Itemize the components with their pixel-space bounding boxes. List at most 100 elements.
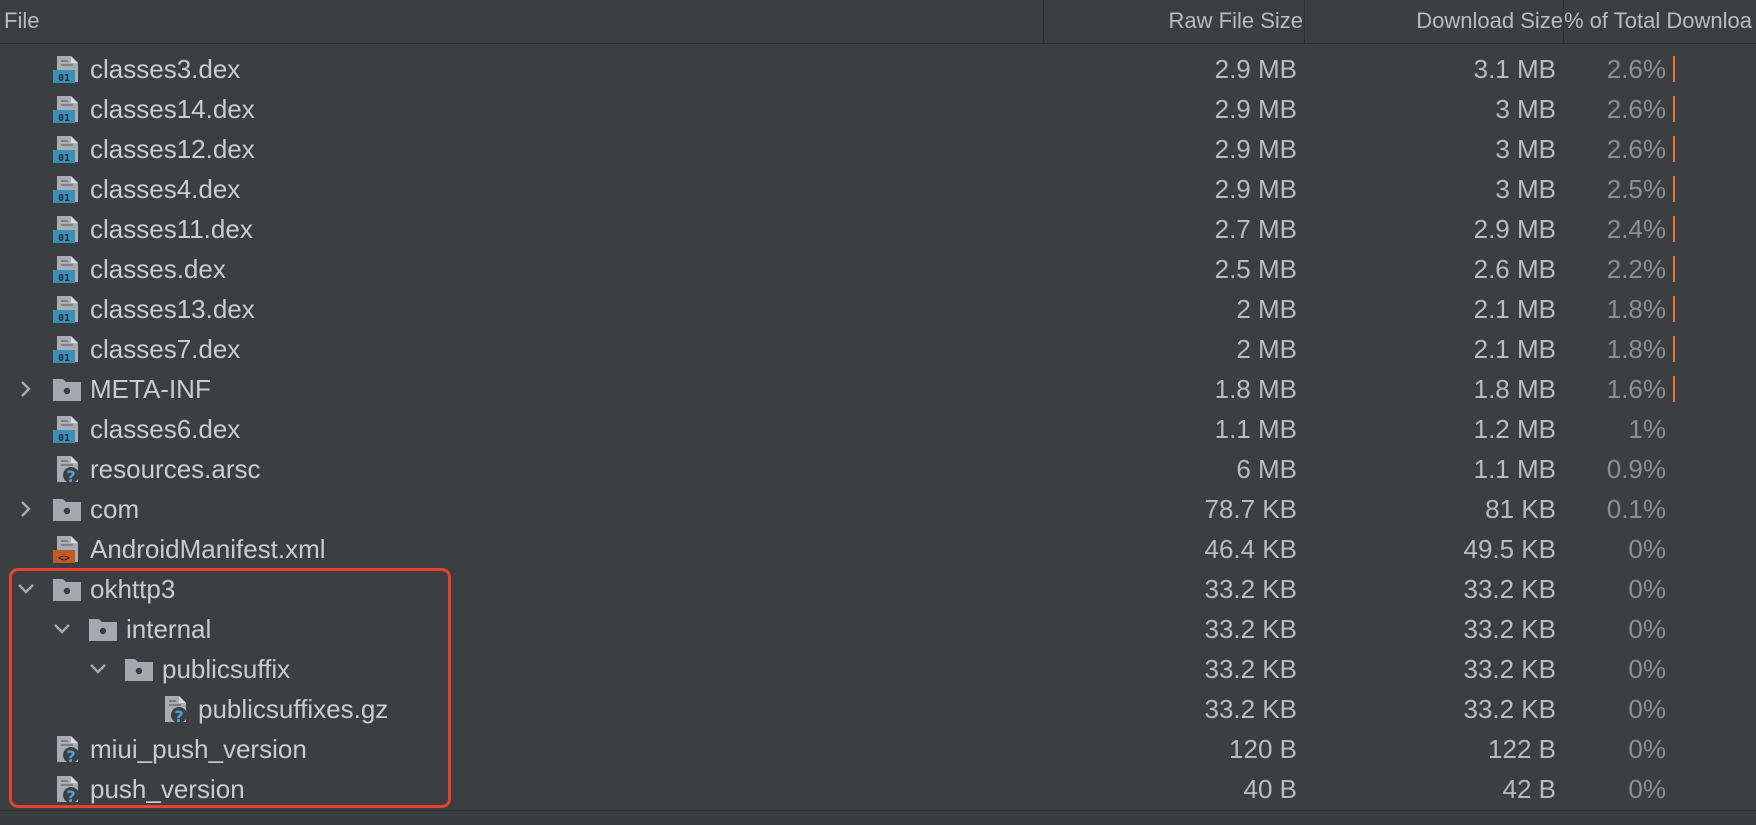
table-row[interactable]: 01 classes4.dex 2.9 MB 3 MB 2.5% <box>0 169 1756 209</box>
table-row[interactable]: 01 classes7.dex 2 MB 2.1 MB 1.8% <box>0 329 1756 369</box>
download-size: 1.2 MB <box>1473 414 1556 444</box>
percent-of-total: 0% <box>1628 574 1666 604</box>
percent-of-total: 2.6% <box>1606 54 1666 84</box>
percent-of-total: 1% <box>1628 414 1666 444</box>
percent-of-total: 1.8% <box>1606 294 1666 324</box>
svg-text:01: 01 <box>58 353 70 364</box>
percent-of-total: 0% <box>1628 694 1666 724</box>
percent-bar <box>1673 216 1675 242</box>
raw-file-size: 1.8 MB <box>1214 374 1297 404</box>
highlight-box <box>9 568 451 808</box>
table-row[interactable]: com 78.7 KB 81 KB 0.1% <box>0 489 1756 529</box>
percent-of-total: 2.4% <box>1606 214 1666 244</box>
raw-file-size: 1.1 MB <box>1214 414 1297 444</box>
raw-file-size: 33.2 KB <box>1204 654 1297 684</box>
file-name: AndroidManifest.xml <box>90 534 326 564</box>
percent-bar <box>1673 376 1675 402</box>
column-header-download-size[interactable]: Download Size <box>1305 0 1563 43</box>
raw-file-size: 120 B <box>1229 734 1297 764</box>
percent-bar <box>1673 136 1675 162</box>
dex-file-icon: 01 <box>51 54 83 84</box>
file-name: classes7.dex <box>90 334 241 364</box>
percent-of-total: 0% <box>1628 534 1666 564</box>
table-row[interactable]: 01 classes.dex 2.5 MB 2.6 MB 2.2% <box>0 249 1756 289</box>
percent-of-total: 0% <box>1628 774 1666 804</box>
table-row[interactable]: <> AndroidManifest.xml 46.4 KB 49.5 KB 0% <box>0 529 1756 569</box>
horizontal-scrollbar[interactable] <box>0 810 1756 825</box>
percent-bar <box>1673 256 1675 282</box>
svg-text:01: 01 <box>58 113 70 124</box>
table-row[interactable]: META-INF 1.8 MB 1.8 MB 1.6% <box>0 369 1756 409</box>
svg-text:01: 01 <box>58 153 70 164</box>
percent-of-total: 2.6% <box>1606 94 1666 124</box>
dex-file-icon: 01 <box>51 334 83 364</box>
download-size: 2.1 MB <box>1473 334 1556 364</box>
dex-file-icon: 01 <box>51 414 83 444</box>
percent-of-total: 1.8% <box>1606 334 1666 364</box>
file-name: com <box>90 494 140 524</box>
percent-of-total: 1.6% <box>1606 374 1666 404</box>
table-row[interactable]: ? resources.arsc 6 MB 1.1 MB 0.9% <box>0 449 1756 489</box>
file-name: classes.dex <box>90 254 226 284</box>
unknown-file-icon: ? <box>51 454 83 486</box>
folder-icon <box>51 374 83 404</box>
percent-of-total: 2.2% <box>1606 254 1666 284</box>
download-size: 42 B <box>1502 774 1557 804</box>
table-row[interactable]: 01 classes12.dex 2.9 MB 3 MB 2.6% <box>0 129 1756 169</box>
svg-text:01: 01 <box>58 193 70 204</box>
file-name: classes4.dex <box>90 174 241 204</box>
chevron-right-icon[interactable] <box>14 369 38 409</box>
download-size: 122 B <box>1488 734 1556 764</box>
raw-file-size: 2.7 MB <box>1214 214 1297 244</box>
dex-file-icon: 01 <box>51 214 83 244</box>
column-header-percent-total[interactable]: % of Total Downloa <box>1564 0 1756 43</box>
dex-file-icon: 01 <box>51 254 83 284</box>
raw-file-size: 6 MB <box>1236 454 1297 484</box>
raw-file-size: 2.9 MB <box>1214 134 1297 164</box>
download-size: 3 MB <box>1495 174 1556 204</box>
percent-of-total: 0.1% <box>1606 494 1666 524</box>
percent-bar <box>1673 96 1675 122</box>
download-size: 3 MB <box>1495 94 1556 124</box>
download-size: 1.1 MB <box>1473 454 1556 484</box>
file-name: classes12.dex <box>90 134 255 164</box>
file-name: classes14.dex <box>90 94 255 124</box>
file-name: classes6.dex <box>90 414 241 444</box>
table-row[interactable]: 01 classes6.dex 1.1 MB 1.2 MB 1% <box>0 409 1756 449</box>
svg-text:?: ? <box>66 467 75 484</box>
percent-of-total: 0.9% <box>1606 454 1666 484</box>
file-name: classes13.dex <box>90 294 255 324</box>
table-row[interactable]: 01 classes14.dex 2.9 MB 3 MB 2.6% <box>0 89 1756 129</box>
table-row[interactable]: 01 classes11.dex 2.7 MB 2.9 MB 2.4% <box>0 209 1756 249</box>
percent-bar <box>1673 56 1675 82</box>
download-size: 2.6 MB <box>1473 254 1556 284</box>
dex-file-icon: 01 <box>51 134 83 164</box>
download-size: 3 MB <box>1495 134 1556 164</box>
download-size: 3.1 MB <box>1473 54 1556 84</box>
raw-file-size: 78.7 KB <box>1204 494 1297 524</box>
raw-file-size: 33.2 KB <box>1204 574 1297 604</box>
raw-file-size: 2.5 MB <box>1214 254 1297 284</box>
column-header-raw-size[interactable]: Raw File Size <box>1044 0 1303 43</box>
svg-text:01: 01 <box>58 273 70 284</box>
svg-text:<>: <> <box>58 553 70 564</box>
dex-file-icon: 01 <box>51 174 83 204</box>
table-row[interactable]: 01 classes3.dex 2.9 MB 3.1 MB 2.6% <box>0 49 1756 89</box>
file-name: classes11.dex <box>90 214 253 244</box>
svg-text:01: 01 <box>58 313 70 324</box>
download-size: 81 KB <box>1485 494 1556 524</box>
percent-of-total: 0% <box>1628 614 1666 644</box>
column-header-file[interactable]: File <box>4 0 1034 43</box>
download-size: 33.2 KB <box>1463 614 1556 644</box>
raw-file-size: 2.9 MB <box>1214 174 1297 204</box>
file-name: classes3.dex <box>90 54 241 84</box>
percent-of-total: 0% <box>1628 734 1666 764</box>
svg-text:01: 01 <box>58 233 70 244</box>
raw-file-size: 33.2 KB <box>1204 694 1297 724</box>
dex-file-icon: 01 <box>51 94 83 124</box>
raw-file-size: 2.9 MB <box>1214 94 1297 124</box>
chevron-right-icon[interactable] <box>14 489 38 529</box>
download-size: 2.1 MB <box>1473 294 1556 324</box>
svg-text:01: 01 <box>58 433 70 444</box>
table-row[interactable]: 01 classes13.dex 2 MB 2.1 MB 1.8% <box>0 289 1756 329</box>
